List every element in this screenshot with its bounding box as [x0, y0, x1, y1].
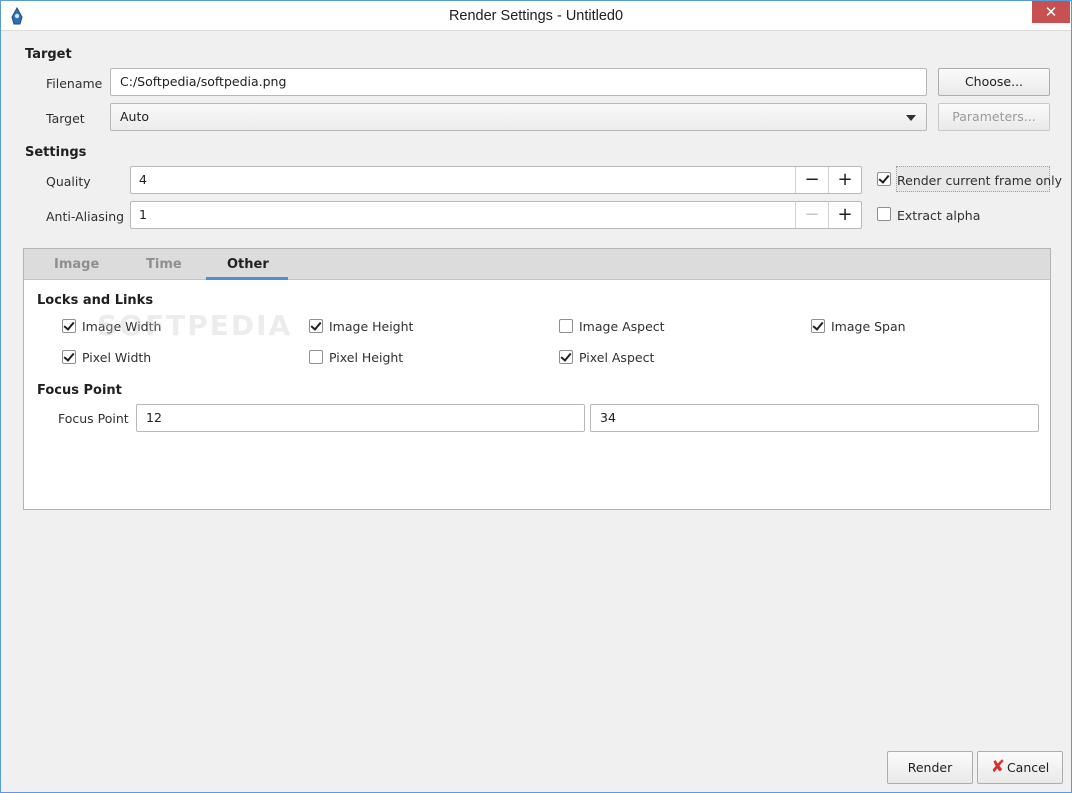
cancel-label: Cancel: [1006, 760, 1050, 775]
checkmark-icon: [63, 350, 75, 362]
focus-point-y-input[interactable]: 34: [590, 404, 1039, 432]
chevron-down-icon: [906, 115, 916, 121]
image-span-checkbox[interactable]: [811, 319, 825, 333]
image-height-checkbox[interactable]: [309, 319, 323, 333]
quality-label: Quality: [46, 174, 91, 189]
quality-decrement-button[interactable]: −: [795, 167, 828, 193]
image-aspect-checkbox[interactable]: [559, 319, 573, 333]
pixel-width-checkbox[interactable]: [62, 350, 76, 364]
checkmark-icon: [812, 319, 824, 331]
locks-links-section-title: Locks and Links: [37, 293, 154, 308]
quality-stepper[interactable]: 4 − +: [130, 166, 862, 194]
tab-image[interactable]: Image: [54, 257, 99, 272]
title-bar: Render Settings - Untitled0 ✕: [1, 1, 1071, 31]
checkmark-icon: [878, 172, 890, 184]
checkmark-icon: [63, 319, 75, 331]
antialiasing-value: 1: [139, 207, 147, 222]
filename-input[interactable]: C:/Softpedia/softpedia.png: [110, 68, 927, 96]
extract-alpha-checkbox[interactable]: [877, 207, 891, 221]
choose-button[interactable]: Choose...: [938, 68, 1050, 96]
window-title: Render Settings - Untitled0: [448, 8, 624, 24]
tab-other[interactable]: Other: [227, 257, 269, 272]
active-tab-indicator: [206, 277, 288, 280]
image-width-checkbox[interactable]: [62, 319, 76, 333]
quality-increment-button[interactable]: +: [828, 167, 861, 193]
target-dropdown[interactable]: Auto: [110, 103, 927, 131]
focus-point-label: Focus Point: [58, 411, 129, 426]
close-window-button[interactable]: ✕: [1032, 1, 1070, 23]
pixel-height-label[interactable]: Pixel Height: [329, 350, 403, 365]
cancel-button[interactable]: ✘ Cancel: [977, 751, 1063, 784]
target-section-title: Target: [25, 47, 72, 62]
quality-value: 4: [139, 172, 147, 187]
target-label: Target: [46, 111, 85, 126]
filename-label: Filename: [46, 76, 103, 91]
checkmark-icon: [560, 350, 572, 362]
antialiasing-decrement-button[interactable]: −: [795, 202, 828, 228]
pixel-height-checkbox[interactable]: [309, 350, 323, 364]
render-current-frame-checkbox[interactable]: [877, 172, 891, 186]
tab-bar: Image Time Other: [24, 249, 1050, 280]
antialiasing-label: Anti-Aliasing: [46, 209, 125, 224]
image-height-label[interactable]: Image Height: [329, 319, 413, 334]
pixel-width-label[interactable]: Pixel Width: [82, 350, 151, 365]
image-span-label[interactable]: Image Span: [831, 319, 906, 334]
settings-section-title: Settings: [25, 145, 87, 160]
target-dropdown-value: Auto: [120, 109, 150, 124]
render-button[interactable]: Render: [887, 751, 973, 784]
options-tab-panel: Image Time Other Locks and Links Image W…: [23, 248, 1051, 510]
antialiasing-increment-button[interactable]: +: [828, 202, 861, 228]
focus-point-x-input[interactable]: 12: [136, 404, 585, 432]
antialiasing-stepper[interactable]: 1 − +: [130, 201, 862, 229]
extract-alpha-label[interactable]: Extract alpha: [897, 208, 980, 223]
pixel-aspect-label[interactable]: Pixel Aspect: [579, 350, 654, 365]
tab-time[interactable]: Time: [146, 257, 182, 272]
render-current-frame-label[interactable]: Render current frame only: [897, 173, 1062, 188]
checkmark-icon: [310, 319, 322, 331]
focus-point-section-title: Focus Point: [37, 383, 122, 398]
watermark: SOFTPEDIA: [97, 309, 293, 342]
image-aspect-label[interactable]: Image Aspect: [579, 319, 665, 334]
render-settings-window: Render Settings - Untitled0 ✕ Target Fil…: [0, 0, 1072, 793]
pixel-aspect-checkbox[interactable]: [559, 350, 573, 364]
parameters-button[interactable]: Parameters...: [938, 103, 1050, 131]
cancel-x-icon: ✘: [990, 757, 1005, 777]
